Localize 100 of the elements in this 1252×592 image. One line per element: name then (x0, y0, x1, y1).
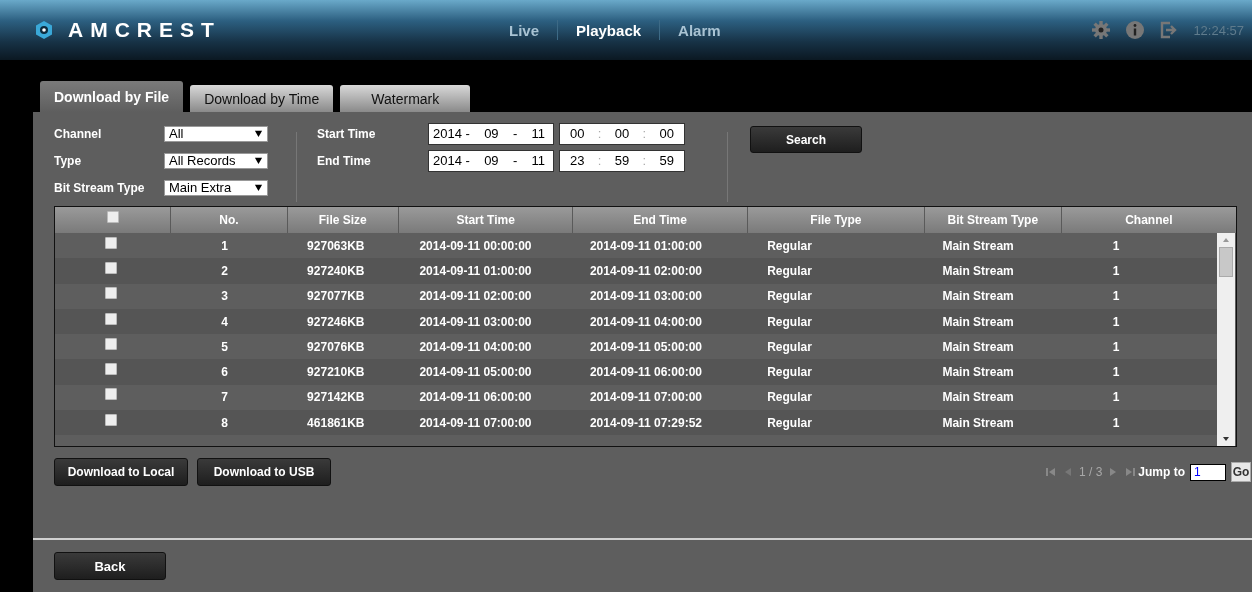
table-cell: 1 (1112, 339, 1120, 354)
time-field[interactable]: 00 : 00 : 00 (559, 122, 685, 145)
table-cell: 1 (1112, 390, 1120, 405)
table-cell: 2014-09-11 07:29:52 (589, 415, 702, 430)
search-button[interactable]: Search (750, 126, 862, 153)
table-cell: Main Stream (942, 238, 1014, 253)
table-cell: Regular (767, 263, 812, 278)
table-cell: 4 (221, 314, 228, 329)
page-indicator: 1 / 3 (1078, 465, 1103, 479)
table-cell: Regular (767, 415, 812, 430)
table-cell: Regular (767, 314, 812, 329)
tab[interactable]: Watermark (340, 85, 471, 112)
checkbox[interactable] (106, 211, 119, 223)
brand-name: AMCREST (68, 18, 221, 42)
table-cell: 2014-09-11 00:00:00 (419, 238, 532, 253)
table-cell: Main Stream (942, 390, 1014, 405)
caret-icon (254, 183, 263, 192)
column-header: End Time (633, 213, 687, 227)
table-cell: 1 (1112, 415, 1120, 430)
checkbox[interactable] (105, 413, 118, 426)
table-cell: 6 (221, 365, 228, 380)
column-header: File Type (810, 213, 862, 227)
table-cell: 1 (1112, 289, 1120, 304)
date-field[interactable]: 2014 - 09 - 11 (428, 122, 554, 145)
table-cell: Regular (767, 390, 812, 405)
table-cell: Main Stream (942, 263, 1014, 278)
checkbox[interactable] (105, 363, 118, 376)
table-cell: Main Stream (942, 365, 1014, 380)
checkbox[interactable] (105, 388, 118, 401)
field-label: Type (54, 153, 83, 168)
dropdown[interactable]: Main Extra (164, 179, 268, 196)
checkbox[interactable] (105, 236, 118, 249)
table-cell: Main Stream (942, 289, 1014, 304)
table-cell: 2014-09-11 03:00:00 (589, 289, 702, 304)
table-cell: 8 (221, 415, 228, 430)
nav-tab[interactable]: Alarm (660, 21, 739, 39)
table-cell: 2014-09-11 06:00:00 (419, 390, 532, 405)
jump-label: Jump to (1138, 465, 1185, 479)
table-cell: Regular (767, 365, 812, 380)
download-button[interactable]: Download to Local (54, 458, 188, 486)
info-icon[interactable] (1125, 20, 1146, 40)
table-cell: 1 (1112, 314, 1120, 329)
nav-tab[interactable]: Playback (558, 21, 660, 39)
checkbox[interactable] (105, 337, 118, 350)
settings-icon[interactable] (1091, 20, 1112, 40)
column-header: Start Time (456, 213, 515, 227)
table-cell: 927076KB (307, 339, 365, 354)
checkbox[interactable] (105, 261, 118, 274)
dropdown[interactable]: All (164, 125, 268, 142)
column-header: Bit Stream Type (947, 213, 1039, 227)
caret-icon (254, 129, 263, 138)
tab[interactable]: Download by Time (190, 85, 334, 112)
column-header: File Size (318, 213, 367, 227)
table-cell: Main Stream (942, 339, 1014, 354)
table-cell: 2014-09-11 02:00:00 (419, 289, 532, 304)
table-cell: 2014-09-11 04:00:00 (589, 314, 702, 329)
field-label: End Time (317, 153, 372, 168)
checkbox[interactable] (105, 287, 118, 300)
column-header: Channel (1125, 213, 1173, 227)
time-field[interactable]: 23 : 59 : 59 (559, 149, 685, 172)
date-field[interactable]: 2014 - 09 - 11 (428, 149, 554, 172)
dropdown[interactable]: All Records (164, 152, 268, 169)
table-cell: 1 (1112, 238, 1120, 253)
table-cell: Main Stream (942, 415, 1014, 430)
caret-icon (254, 156, 263, 165)
nav-tab[interactable]: Live (491, 21, 557, 39)
scroll-thumb[interactable] (1219, 247, 1233, 277)
download-button[interactable]: Download to USB (197, 458, 331, 486)
table-cell: 927142KB (307, 390, 365, 405)
table-cell: 1 (1112, 263, 1120, 278)
table-cell: 2014-09-11 03:00:00 (419, 314, 532, 329)
table-cell: 2014-09-11 01:00:00 (589, 238, 702, 253)
table-cell: 2014-09-11 07:00:00 (589, 390, 702, 405)
table-cell: 3 (221, 289, 228, 304)
table-cell: 2014-09-11 04:00:00 (419, 339, 532, 354)
table-cell: 2014-09-11 05:00:00 (589, 339, 702, 354)
table-cell: Regular (767, 339, 812, 354)
table-cell: 927240KB (307, 263, 365, 278)
table-cell: 927210KB (307, 365, 365, 380)
tab[interactable]: Download by File (40, 81, 184, 112)
table-cell: 927246KB (307, 314, 365, 329)
back-button[interactable]: Back (54, 552, 166, 580)
scrollbar[interactable] (1217, 233, 1235, 446)
column-header: No. (219, 213, 239, 227)
page-input[interactable]: 1 (1190, 463, 1226, 481)
table-cell: Regular (767, 289, 812, 304)
clock-time: 12:24:57 (1193, 22, 1244, 38)
go-button[interactable]: Go (1231, 462, 1251, 482)
table-cell: Regular (767, 238, 812, 253)
table-cell: 927077KB (307, 289, 365, 304)
table-cell: 2014-09-11 02:00:00 (589, 263, 702, 278)
table-cell: 5 (221, 339, 228, 354)
table-cell: 461861KB (307, 415, 365, 430)
table-cell: 2 (221, 263, 228, 278)
checkbox[interactable] (105, 312, 118, 325)
table-cell: 7 (221, 390, 228, 405)
table-cell: 2014-09-11 07:00:00 (419, 415, 532, 430)
table-cell: 2014-09-11 05:00:00 (419, 365, 532, 380)
table-cell: 2014-09-11 06:00:00 (589, 365, 702, 380)
field-label: Channel (54, 126, 103, 141)
